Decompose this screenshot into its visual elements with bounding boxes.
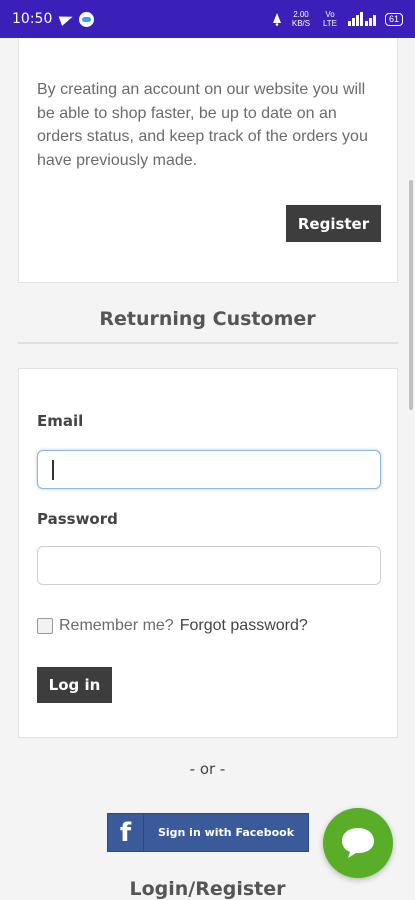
returning-customer-title: Returning Customer (99, 308, 316, 330)
facebook-signin-label: Sign in with Facebook (157, 826, 295, 839)
scrollbar[interactable] (409, 180, 413, 410)
register-description: By creating an account on our website yo… (37, 81, 368, 169)
or-separator: - or - (189, 760, 226, 778)
facebook-icon: f (108, 814, 144, 851)
cloud-icon (79, 11, 95, 27)
battery-icon: 61 (384, 12, 403, 26)
remember-row: Remember me? Forgot password? (37, 617, 308, 635)
forgot-password-link[interactable]: Forgot password? (180, 617, 308, 635)
email-field[interactable] (37, 450, 381, 489)
remember-me-checkbox[interactable] (37, 618, 53, 634)
alarm-icon (272, 13, 281, 26)
network-speed: 2.00 KB/S (291, 10, 311, 28)
chat-button[interactable] (323, 808, 393, 878)
login-register-heading: Login/Register (129, 878, 286, 900)
status-time: 10:50 (12, 11, 53, 27)
status-bar: 10:50 2.00 KB/S Vo LTE 61 (0, 0, 415, 38)
cell-signal-icon (347, 12, 376, 26)
password-field[interactable] (37, 546, 381, 585)
register-button[interactable]: Register (286, 205, 381, 242)
volte-indicator: Vo LTE (322, 10, 338, 28)
chat-bubble-icon (342, 828, 374, 858)
remember-me-label[interactable]: Remember me? (59, 617, 174, 635)
system-icons: 2.00 KB/S Vo LTE 61 (271, 10, 403, 28)
divider (18, 342, 398, 344)
email-label: Email (37, 412, 84, 430)
notification-icons (59, 11, 95, 27)
new-customer-card: By creating an account on our website yo… (18, 38, 398, 283)
text-cursor (52, 460, 54, 480)
password-label: Password (37, 510, 118, 528)
login-button[interactable]: Log in (37, 667, 112, 703)
facebook-signin-button[interactable]: f Sign in with Facebook (107, 813, 309, 852)
login-card: Email Password Remember me? Forgot passw… (18, 368, 398, 738)
telegram-icon (59, 12, 75, 26)
